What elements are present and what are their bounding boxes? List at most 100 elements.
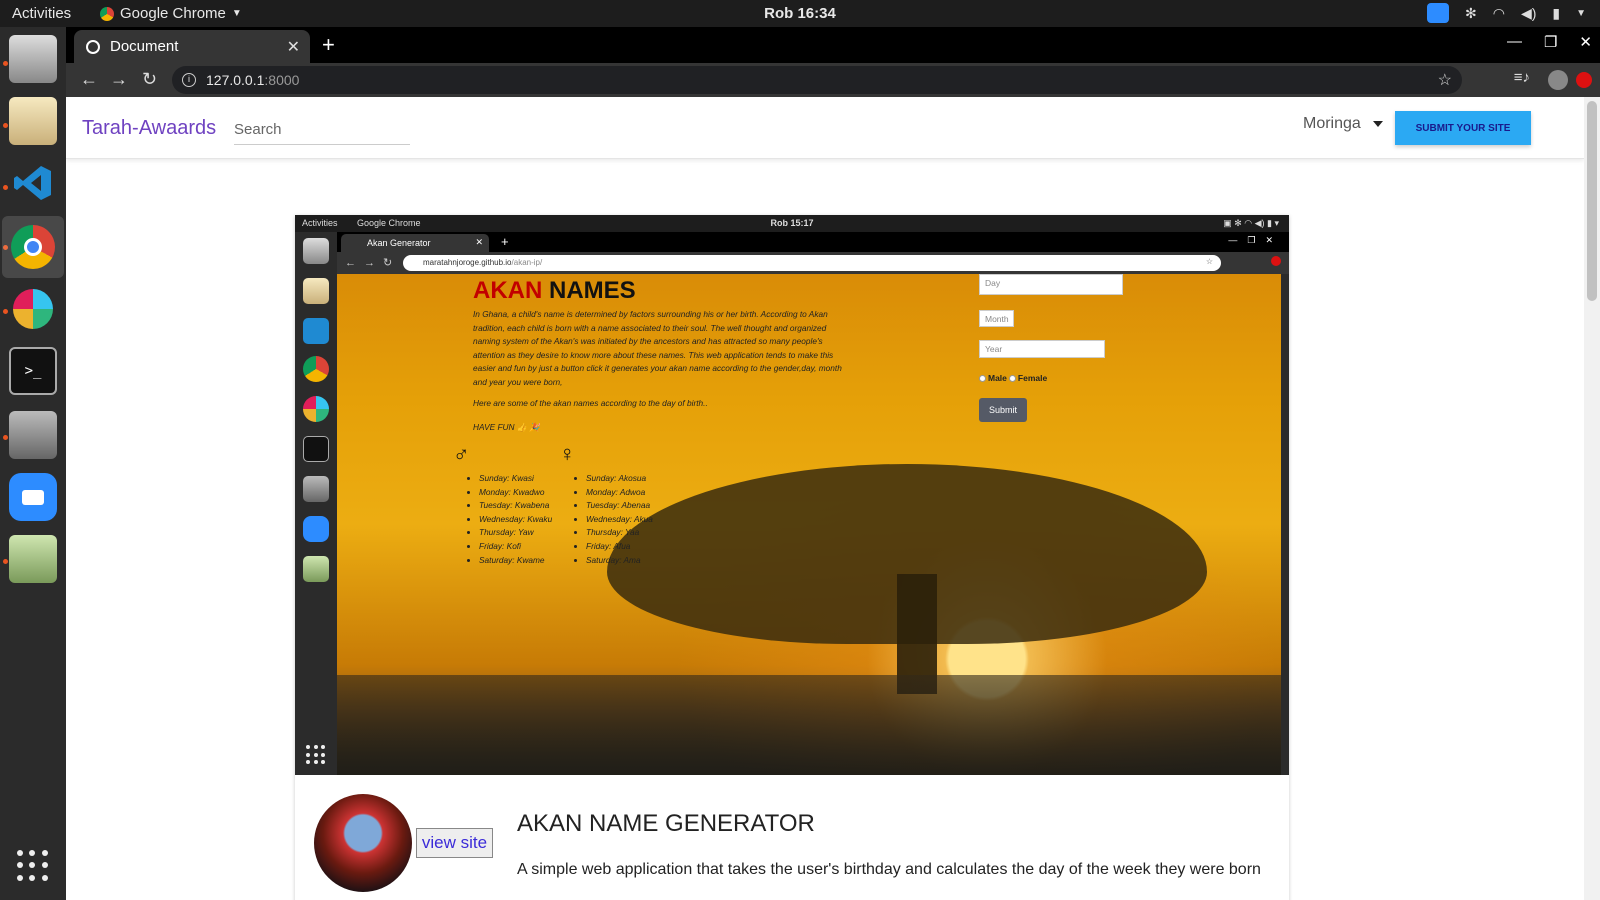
list-item: Saturday: Ama — [586, 554, 653, 568]
heading-names: NAMES — [549, 277, 636, 304]
info-icon[interactable]: i — [182, 73, 196, 87]
list-item: Thursday: Yaw — [479, 526, 552, 540]
battery-icon[interactable]: ▮ — [1552, 5, 1560, 22]
heading-akan: AKAN — [473, 277, 543, 304]
terminal-icon — [303, 436, 329, 462]
list-item: Friday: Kofi — [479, 540, 552, 554]
scrollbar-thumb[interactable] — [1587, 101, 1597, 301]
minimize-icon[interactable]: — — [1507, 33, 1522, 51]
extension-icon — [1271, 256, 1281, 266]
male-symbol-icon: ♂ — [453, 441, 470, 466]
search-input[interactable] — [234, 115, 410, 145]
text-editor-icon — [303, 278, 329, 304]
submit-site-button[interactable]: SUBMIT YOUR SITE — [1395, 111, 1531, 145]
dock: >_ — [0, 27, 66, 900]
chevron-down-icon[interactable]: ▼ — [1576, 8, 1586, 19]
back-icon[interactable]: ← — [80, 69, 98, 90]
page-scrollbar[interactable] — [1584, 97, 1600, 900]
slack-tray-icon[interactable]: ✻ — [1465, 5, 1477, 22]
list-item: Saturday: Kwame — [479, 554, 552, 568]
screenshot-dock — [295, 232, 337, 775]
list-item: Friday: Afua — [586, 540, 653, 554]
slack-icon[interactable] — [9, 285, 57, 333]
zoom-tray-icon[interactable] — [1426, 3, 1449, 23]
reload-icon[interactable]: ↻ — [142, 69, 157, 90]
terminal-icon[interactable]: >_ — [9, 347, 57, 395]
female-names-list: Sunday: Akosua Monday: Adwoa Tuesday: Ab… — [578, 472, 653, 567]
media-control-icon[interactable]: ≡♪ — [1514, 69, 1530, 86]
view-site-button[interactable]: view site — [416, 828, 493, 858]
close-window-icon[interactable]: ✕ — [1579, 33, 1592, 51]
files-icon[interactable] — [9, 35, 57, 83]
clock[interactable]: Rob 16:34 — [0, 5, 1600, 22]
running-indicator — [3, 309, 8, 314]
show-applications-icon — [306, 745, 326, 765]
browser-window: Document ✕ + — ❐ ✕ ← → ↻ i 127.0.0.1:800… — [66, 27, 1600, 900]
wifi-icon[interactable]: ◠ — [1493, 5, 1505, 22]
bookmark-star-icon: ☆ — [1205, 257, 1213, 266]
extension-icon[interactable] — [1576, 72, 1592, 88]
profile-avatar[interactable] — [1548, 70, 1568, 90]
tab-document[interactable]: Document ✕ — [74, 30, 310, 63]
running-indicator — [3, 123, 8, 128]
running-indicator — [3, 61, 8, 66]
site-brand[interactable]: Tarah-Awaards — [82, 117, 216, 140]
volume-icon[interactable]: ◀) — [1521, 5, 1536, 22]
new-tab-icon: + — [501, 234, 509, 249]
close-icon[interactable]: ✕ — [287, 37, 300, 57]
list-item: Tuesday: Abenaa — [586, 499, 653, 513]
screenshot-tray-icons: ▣ ✻ ◠ ◀) ▮ ▾ — [1223, 218, 1279, 228]
bookmark-star-icon[interactable]: ☆ — [1438, 70, 1452, 90]
zoom-icon — [303, 516, 329, 542]
scanner-icon[interactable] — [9, 411, 57, 459]
system-top-bar: Activities Google Chrome ▼ Rob 16:34 ✻ ◠… — [0, 0, 1600, 27]
screenshot-tab: Akan Generator ✕ — [341, 234, 489, 252]
image-viewer-icon[interactable] — [9, 535, 57, 583]
chrome-icon — [303, 356, 329, 382]
ground — [337, 675, 1281, 775]
tab-title: Document — [110, 38, 179, 55]
globe-icon — [86, 39, 100, 54]
caret-down-icon — [1372, 121, 1383, 127]
forward-icon[interactable]: → — [110, 69, 128, 90]
show-applications-icon[interactable] — [17, 850, 49, 882]
intro-paragraph: In Ghana, a child's name is determined b… — [473, 309, 842, 387]
list-item: Monday: Adwoa — [586, 486, 653, 500]
restore-icon[interactable]: ❐ — [1544, 33, 1557, 51]
list-item: Wednesday: Akua — [586, 513, 653, 527]
page-content: Tarah-Awaards Moringa SUBMIT YOUR SITE A… — [66, 97, 1584, 900]
text-editor-icon[interactable] — [9, 97, 57, 145]
vscode-icon[interactable] — [9, 159, 57, 207]
radio-male — [979, 374, 986, 382]
screenshot-url-host: maratahnjoroge.github.io — [423, 258, 512, 267]
address-bar[interactable]: i 127.0.0.1:8000 ☆ — [172, 66, 1462, 94]
list-item: Sunday: Akosua — [586, 472, 653, 486]
female-symbol-icon: ♀ — [559, 441, 576, 466]
month-field: Month — [979, 310, 1014, 327]
list-item: Tuesday: Kwabena — [479, 499, 552, 513]
form-submit-button: Submit — [979, 398, 1027, 422]
site-navbar: Tarah-Awaards Moringa SUBMIT YOUR SITE — [66, 97, 1584, 159]
names-intro: Here are some of the akan names accordin… — [473, 398, 708, 408]
screenshot-clock: Rob 15:17 — [770, 218, 814, 228]
gender-radios: Male Female — [979, 373, 1047, 383]
list-item: Sunday: Kwasi — [479, 472, 552, 486]
project-description: A simple web application that takes the … — [517, 861, 1261, 878]
screenshot-top-bar: Activities Google Chrome Rob 15:17 ▣ ✻ ◠… — [295, 215, 1289, 232]
url-host: 127.0.0.1 — [206, 72, 265, 88]
project-screenshot: Activities Google Chrome Rob 15:17 ▣ ✻ ◠… — [295, 215, 1289, 775]
radio-male-label: Male — [988, 373, 1007, 383]
screenshot-tab-strip: Akan Generator ✕ + —❐✕ — [337, 232, 1289, 252]
zoom-icon[interactable] — [9, 473, 57, 521]
chrome-icon[interactable] — [2, 216, 64, 278]
list-item: Wednesday: Kwaku — [479, 513, 552, 527]
new-tab-button[interactable]: + — [322, 32, 335, 58]
files-icon — [303, 238, 329, 264]
screenshot-toolbar: ←→↻ maratahnjoroge.github.io/akan-ip/ ☆ — [337, 252, 1289, 274]
image-viewer-icon — [303, 556, 329, 582]
system-tray[interactable]: ✻ ◠ ◀) ▮ ▼ — [1426, 3, 1586, 23]
running-indicator — [3, 559, 8, 564]
user-dropdown[interactable]: Moringa — [1303, 115, 1383, 133]
tab-strip: Document ✕ + — ❐ ✕ — [66, 27, 1600, 63]
project-title: AKAN NAME GENERATOR — [517, 810, 815, 837]
